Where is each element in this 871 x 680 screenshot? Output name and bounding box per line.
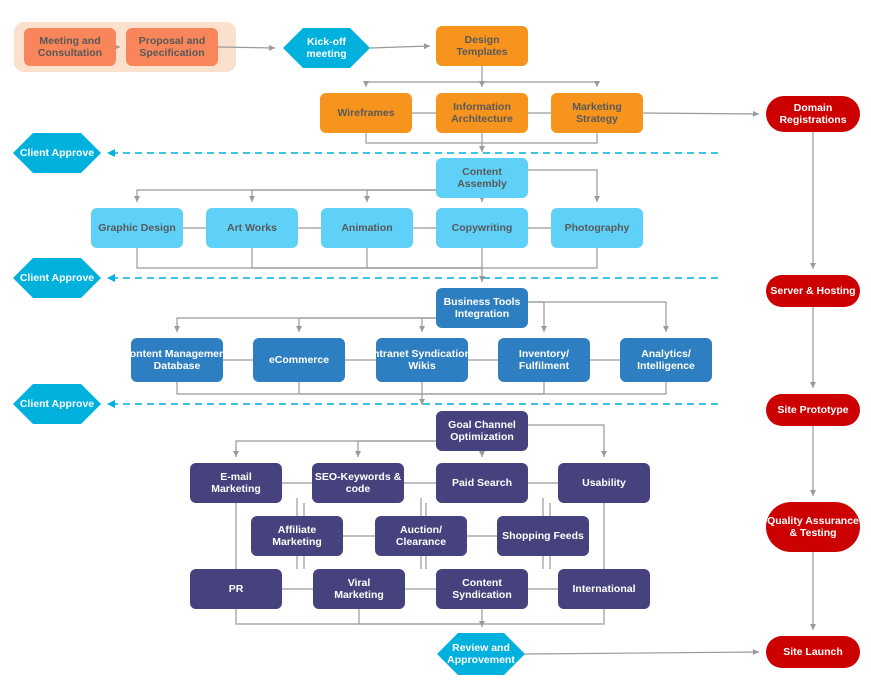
information-architecture[interactable]: Information Architecture [436,93,528,133]
affiliate-marketing[interactable]: Affiliate Marketing [251,516,343,556]
server-hosting[interactable]: Server & Hosting [766,275,860,307]
edge-bt-to-analytics [528,301,669,332]
shopping-feeds[interactable]: Shopping Feeds [497,516,589,556]
international[interactable]: International [558,569,650,609]
information-architecture-label: Information Architecture [451,101,513,125]
edge-wireframes-down [365,133,482,144]
design-templates[interactable]: Design Templates [436,26,528,66]
edge-prod-down-3 [482,248,598,269]
edge-goal-to-usability [528,424,607,457]
edge-marketing-to-domain [642,110,760,117]
edge-assembly-to-photography [528,169,600,202]
inventory-fulfilment-label: Inventory/Fulfilment [519,348,570,372]
email-marketing[interactable]: E-mail Marketing [190,463,282,503]
edge-prod-down-0 [136,248,482,269]
animation[interactable]: Animation [321,208,413,248]
inventory-fulfilment[interactable]: Inventory/Fulfilment [498,338,590,382]
site-launch-label: Site Launch [783,646,843,658]
edge-marketing-down [482,133,598,144]
graphic-design-label: Graphic Design [98,222,176,234]
site-launch[interactable]: Site Launch [766,636,860,668]
ecommerce[interactable]: eCommerce [253,338,345,382]
client-approve-1-label: Client Approve [20,147,94,159]
copywriting[interactable]: Copywriting [436,208,528,248]
photography-label: Photography [565,222,630,234]
usability-label: Usability [582,477,626,489]
content-management-database[interactable]: Content Management/Database [122,338,232,382]
server-hosting-label: Server & Hosting [770,285,855,297]
meeting-and-consultation[interactable]: Meeting and Consultation [24,28,116,66]
usability[interactable]: Usability [558,463,650,503]
intranet-syndication-wikis[interactable]: Intranet Syndication/Wikis [370,338,474,382]
content-assembly[interactable]: Content Assembly [436,158,528,198]
edge-assembly-branch-0 [134,189,482,202]
meeting-and-consultation-label: Meeting and Consultation [38,35,102,59]
kick-off-meeting-label: Kick-off meeting [306,36,346,60]
edge-row3-down-1 [358,609,482,625]
viral-marketing[interactable]: Viral Marketing [313,569,405,609]
proposal-and-specification-label: Proposal and Specification [139,35,206,59]
client-approve-1[interactable]: Client Approve [13,133,101,173]
review-and-approvement-label: Review and Approvement [447,642,515,666]
edge-design-to-marketing [482,81,600,87]
animation-label: Animation [341,222,392,234]
review-and-approvement[interactable]: Review and Approvement [437,633,525,675]
copywriting-label: Copywriting [452,222,513,234]
edge-bt-to-inventory [528,301,547,332]
goal-channel-optimization[interactable]: Goal Channel Optimization [436,411,528,451]
edge-prod-down-2 [366,248,482,269]
domain-registrations[interactable]: Domain Registrations [766,96,860,132]
analytics-intelligence[interactable]: Analytics/Intelligence [620,338,712,382]
client-approve-2-label: Client Approve [20,272,94,284]
pr-label: PR [229,583,244,595]
client-approve-3-label: Client Approve [20,398,94,410]
business-tools-integration-label: Business Tools Integration [444,296,521,320]
business-tools-integration[interactable]: Business Tools Integration [436,288,528,328]
ecommerce-label: eCommerce [269,354,329,366]
shopping-feeds-label: Shopping Feeds [502,530,584,542]
seo-keywords-code[interactable]: SEO-Keywords & code [312,463,404,503]
flowchart-svg: Meeting and Consultation Proposal and Speci… [13,22,860,675]
auction-clearance-label: Auction/Clearance [396,524,446,548]
wireframes[interactable]: Wireframes [320,93,412,133]
nodes-layer: Meeting and Consultation Proposal and Speci… [13,26,860,675]
marketing-strategy[interactable]: Marketing Strategy [551,93,643,133]
kick-off-meeting[interactable]: Kick-off meeting [283,28,370,68]
marketing-strategy-label: Marketing Strategy [572,101,622,125]
paid-search[interactable]: Paid Search [436,463,528,503]
quality-assurance-testing[interactable]: Quality Assurance & Testing [766,502,860,552]
site-prototype[interactable]: Site Prototype [766,394,860,426]
content-assembly-label: Content Assembly [457,166,507,190]
art-works[interactable]: Art Works [206,208,298,248]
edge-kickoff-to-design [369,43,431,50]
client-approve-2[interactable]: Client Approve [13,258,101,298]
graphic-design[interactable]: Graphic Design [91,208,183,248]
proposal-and-specification[interactable]: Proposal and Specification [126,28,218,66]
edge-bt-down-1 [298,382,422,395]
affiliate-marketing-label: Affiliate Marketing [272,524,322,548]
content-syndication[interactable]: Content Syndication [436,569,528,609]
edge-review-to-site-launch [524,649,760,656]
site-prototype-label: Site Prototype [777,404,848,416]
analytics-intelligence-label: Analytics/Intelligence [637,348,695,372]
international-label: International [572,583,635,595]
wireframes-label: Wireframes [337,107,394,119]
goal-channel-optimization-label: Goal Channel Optimization [448,419,516,443]
auction-clearance[interactable]: Auction/Clearance [375,516,467,556]
edge-bt-down-2 [422,382,545,395]
flowchart-canvas: Meeting and Consultation Proposal and Speci… [0,0,871,680]
client-approve-3[interactable]: Client Approve [13,384,101,424]
edge-design-to-wireframes [363,81,482,87]
pr[interactable]: PR [190,569,282,609]
edge-row3-down-2 [482,609,605,625]
photography[interactable]: Photography [551,208,643,248]
paid-search-label: Paid Search [452,477,512,489]
art-works-label: Art Works [227,222,277,234]
